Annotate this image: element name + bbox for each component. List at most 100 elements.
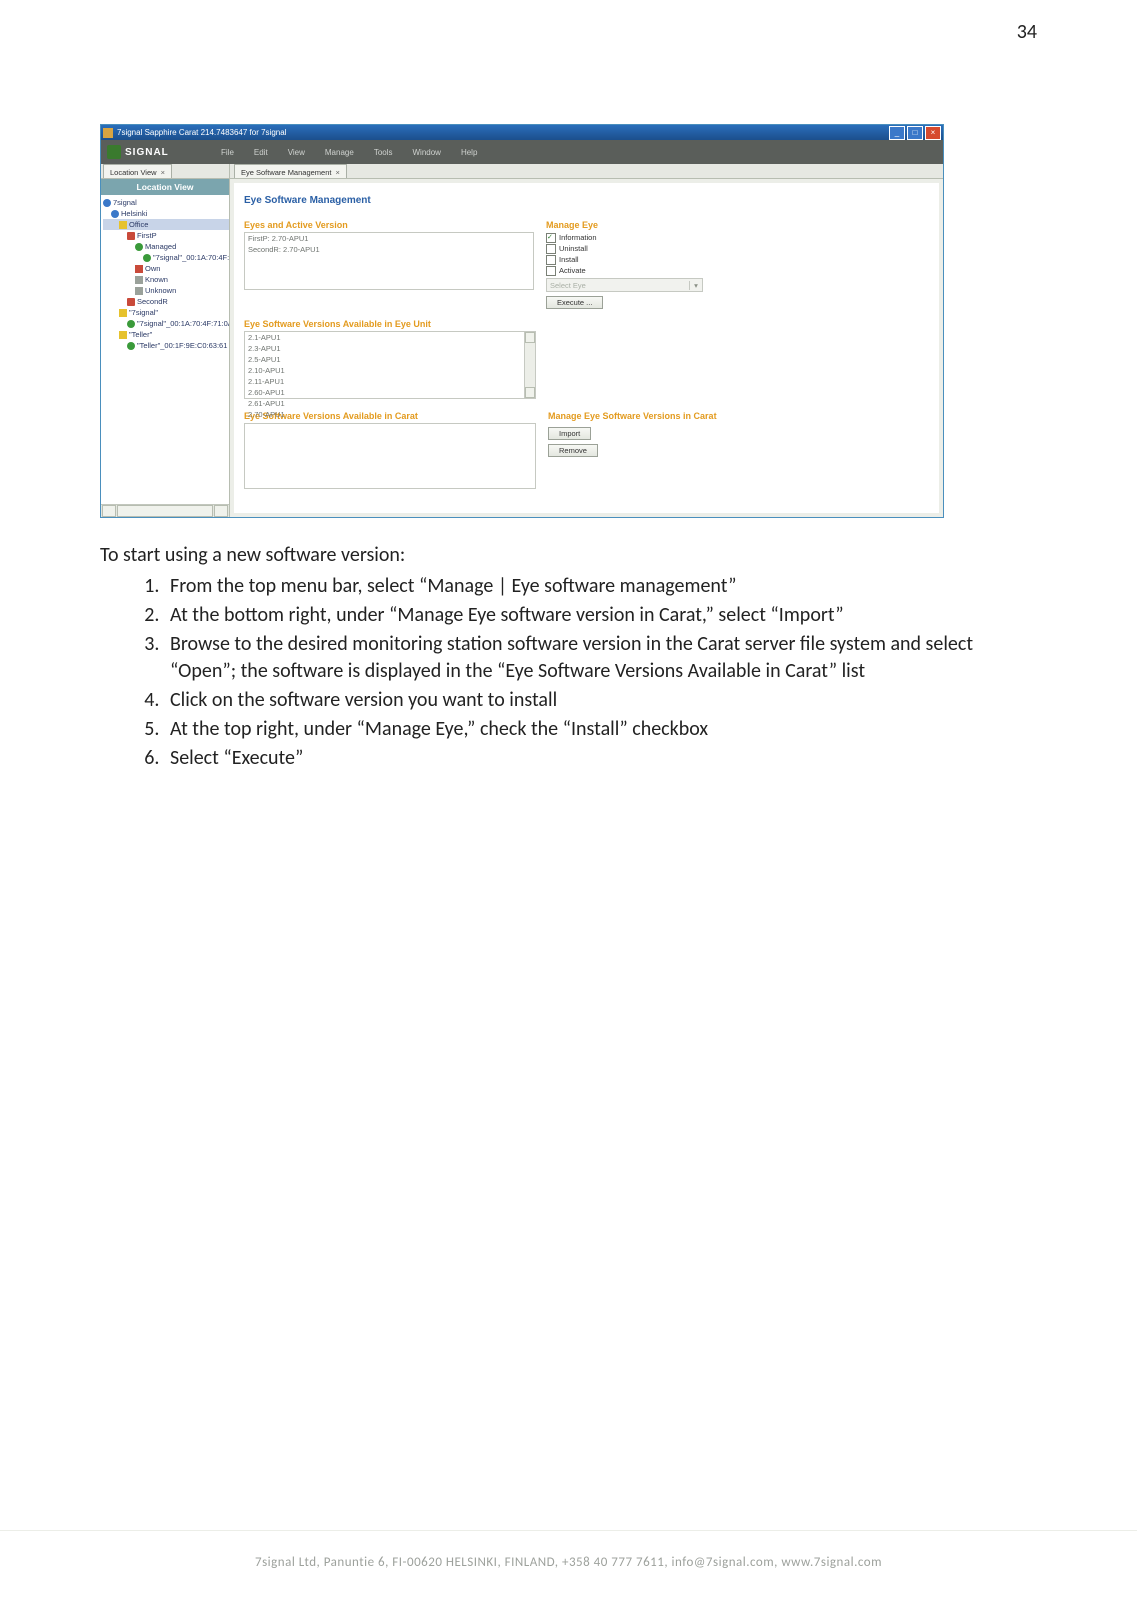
brand-label: SIGNAL bbox=[125, 147, 169, 158]
tree-node[interactable]: "7signal"_00:1A:70:4F:71 bbox=[153, 253, 229, 262]
maximize-button[interactable]: □ bbox=[907, 126, 923, 140]
list-item[interactable]: 2.1-APU1 bbox=[245, 332, 535, 343]
scroll-up-icon[interactable] bbox=[525, 332, 535, 343]
tree-node[interactable]: Own bbox=[145, 264, 160, 273]
eyes-active-listbox[interactable]: FirstP: 2.70-APU1 SecondR: 2.70-APU1 bbox=[244, 232, 534, 290]
main-pane: Eye Software Management × Eye Software M… bbox=[230, 164, 943, 517]
versions-eye-unit-listbox[interactable]: 2.1-APU1 2.3-APU1 2.5-APU1 2.10-APU1 2.1… bbox=[244, 331, 536, 399]
list-item[interactable]: 2.61-APU1 bbox=[245, 398, 535, 409]
execute-button[interactable]: Execute ... bbox=[546, 296, 603, 309]
tree-node[interactable]: "Teller" bbox=[129, 330, 152, 339]
content-panel: Eye Software Management Eyes and Active … bbox=[234, 183, 939, 513]
tree-node[interactable]: FirstP bbox=[137, 231, 157, 240]
list-item[interactable]: 2.70-APU1 bbox=[245, 409, 535, 420]
instruction-step: Click on the software version you want t… bbox=[164, 687, 1037, 714]
building-icon bbox=[119, 221, 127, 229]
page-title: Eye Software Management bbox=[244, 195, 929, 206]
instructions-lead: To start using a new software version: bbox=[100, 542, 1037, 569]
list-item[interactable]: 2.60-APU1 bbox=[245, 387, 535, 398]
tree-node-selected[interactable]: Office bbox=[129, 220, 148, 229]
checkbox-install[interactable] bbox=[546, 255, 556, 265]
checkbox-install-label: Install bbox=[559, 255, 579, 264]
scroll-left-icon[interactable] bbox=[102, 505, 116, 517]
versions-carat-listbox[interactable] bbox=[244, 423, 536, 489]
tree-node[interactable]: Unknown bbox=[145, 286, 176, 295]
tree-node[interactable]: Managed bbox=[145, 242, 176, 251]
chevron-down-icon: ▾ bbox=[689, 281, 702, 290]
tree-node[interactable]: "Teller"_00:1F:9E:C0:63:61 bbox=[137, 341, 227, 350]
page-footer: 7signal Ltd, Panuntie 6, FI-00620 HELSIN… bbox=[0, 1530, 1137, 1598]
list-item[interactable]: FirstP: 2.70-APU1 bbox=[245, 233, 533, 244]
app-icon bbox=[103, 128, 113, 138]
location-tree[interactable]: 7signal Helsinki Office FirstP Managed "… bbox=[101, 195, 229, 504]
sidebar-header: Location View bbox=[101, 179, 229, 195]
scroll-down-icon[interactable] bbox=[525, 387, 535, 398]
tree-node[interactable]: SecondR bbox=[137, 297, 168, 306]
menu-file[interactable]: File bbox=[211, 148, 244, 157]
folder-icon bbox=[119, 331, 127, 339]
window-titlebar: 7signal Sapphire Carat 214.7483647 for 7… bbox=[101, 125, 943, 140]
globe-icon bbox=[103, 199, 111, 207]
remove-button[interactable]: Remove bbox=[548, 444, 598, 457]
menu-help[interactable]: Help bbox=[451, 148, 487, 157]
checkbox-activate[interactable] bbox=[546, 266, 556, 276]
menubar: SIGNAL File Edit View Manage Tools Windo… bbox=[101, 140, 943, 164]
menu-window[interactable]: Window bbox=[403, 148, 451, 157]
menu-view[interactable]: View bbox=[278, 148, 315, 157]
section-manage-eye: Manage Eye bbox=[546, 220, 929, 230]
tree-node[interactable]: Known bbox=[145, 275, 168, 284]
tree-node[interactable]: "7signal" bbox=[129, 308, 158, 317]
tab-eye-software-label: Eye Software Management bbox=[241, 168, 331, 177]
list-item[interactable]: 2.3-APU1 bbox=[245, 343, 535, 354]
instruction-step: At the bottom right, under “Manage Eye s… bbox=[164, 602, 1037, 629]
sidebar-scroll-h[interactable] bbox=[101, 504, 229, 517]
sidebar: Location View × Location View 7signal He… bbox=[101, 164, 230, 517]
ap-icon bbox=[127, 342, 135, 350]
section-versions-eye-unit: Eye Software Versions Available in Eye U… bbox=[244, 319, 929, 329]
list-item[interactable]: SecondR: 2.70-APU1 bbox=[245, 244, 533, 255]
checkbox-information-label: Information bbox=[559, 233, 597, 242]
close-icon[interactable]: × bbox=[335, 168, 339, 177]
import-button[interactable]: Import bbox=[548, 427, 591, 440]
checkbox-uninstall[interactable] bbox=[546, 244, 556, 254]
folder-icon bbox=[135, 276, 143, 284]
instruction-step: Select “Execute” bbox=[164, 745, 1037, 772]
tab-location-view[interactable]: Location View × bbox=[103, 164, 172, 178]
section-eyes-active: Eyes and Active Version bbox=[244, 220, 534, 230]
tree-node[interactable]: Helsinki bbox=[121, 209, 147, 218]
instruction-step: At the top right, under “Manage Eye,” ch… bbox=[164, 716, 1037, 743]
section-manage-versions-carat: Manage Eye Software Versions in Carat bbox=[548, 411, 929, 421]
tab-location-view-label: Location View bbox=[110, 168, 157, 177]
list-item[interactable]: 2.11-APU1 bbox=[245, 376, 535, 387]
brand-icon bbox=[107, 145, 121, 159]
checkbox-information[interactable] bbox=[546, 233, 556, 243]
sidebar-tabstrip: Location View × bbox=[101, 164, 229, 179]
scroll-right-icon[interactable] bbox=[214, 505, 228, 517]
folder-icon bbox=[135, 243, 143, 251]
brand: SIGNAL bbox=[101, 140, 211, 164]
tree-node[interactable]: "7signal"_00:1A:70:4F:71:0A bbox=[137, 319, 229, 328]
menu-manage[interactable]: Manage bbox=[315, 148, 364, 157]
checkbox-uninstall-label: Uninstall bbox=[559, 244, 588, 253]
menu-edit[interactable]: Edit bbox=[244, 148, 278, 157]
menu-tools[interactable]: Tools bbox=[364, 148, 403, 157]
folder-icon bbox=[135, 287, 143, 295]
page-number: 34 bbox=[100, 20, 1037, 44]
instruction-step: From the top menu bar, select “Manage | … bbox=[164, 573, 1037, 600]
checkbox-activate-label: Activate bbox=[559, 266, 586, 275]
tree-node[interactable]: 7signal bbox=[113, 198, 137, 207]
eye-icon bbox=[127, 298, 135, 306]
close-icon[interactable]: × bbox=[161, 168, 165, 177]
scrollbar-vertical[interactable] bbox=[524, 332, 535, 398]
minimize-button[interactable]: _ bbox=[889, 126, 905, 140]
scroll-track[interactable] bbox=[117, 505, 213, 517]
folder-icon bbox=[119, 309, 127, 317]
list-item[interactable]: 2.5-APU1 bbox=[245, 354, 535, 365]
tab-eye-software[interactable]: Eye Software Management × bbox=[234, 164, 347, 178]
app-screenshot: 7signal Sapphire Carat 214.7483647 for 7… bbox=[100, 124, 944, 518]
window-title: 7signal Sapphire Carat 214.7483647 for 7… bbox=[117, 128, 286, 137]
list-item[interactable]: 2.10-APU1 bbox=[245, 365, 535, 376]
ap-icon bbox=[127, 320, 135, 328]
eye-icon bbox=[127, 232, 135, 240]
close-button[interactable]: × bbox=[925, 126, 941, 140]
